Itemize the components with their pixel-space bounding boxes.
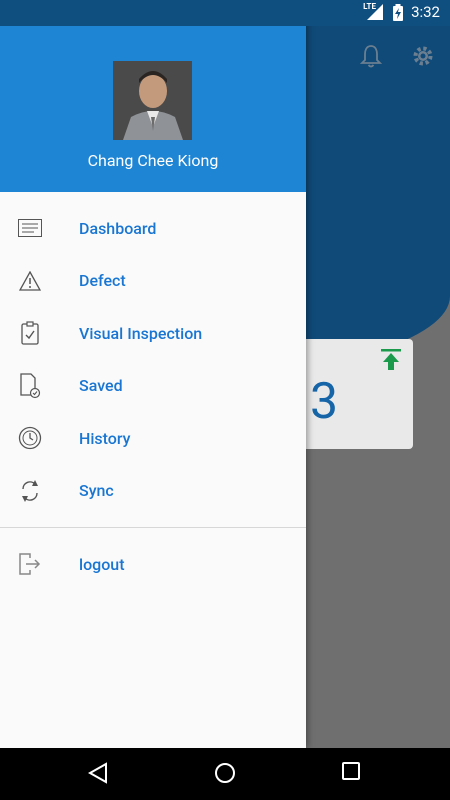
user-name: Chang Chee Kiong	[87, 151, 219, 170]
lte-signal-icon: LTE	[363, 3, 385, 21]
menu-item-label: Sync	[79, 481, 114, 501]
status-bar: LTE 3:32	[0, 0, 450, 26]
recents-icon[interactable]	[342, 762, 360, 780]
menu-item-defect[interactable]: Defect	[0, 255, 306, 308]
dashboard-icon	[17, 215, 43, 241]
bell-icon[interactable]	[360, 44, 382, 68]
home-icon[interactable]	[214, 762, 236, 784]
clipboard-check-icon	[17, 320, 43, 346]
history-icon	[17, 425, 43, 451]
menu-item-history[interactable]: History	[0, 412, 306, 465]
avatar	[113, 61, 192, 140]
drawer-header: Chang Chee Kiong	[0, 0, 306, 192]
menu-item-label: Defect	[79, 271, 126, 291]
menu-item-dashboard[interactable]: Dashboard	[0, 202, 306, 255]
sync-icon	[17, 478, 43, 504]
menu-item-saved[interactable]: Saved	[0, 360, 306, 413]
menu-item-logout[interactable]: logout	[0, 538, 306, 591]
menu-item-label: History	[79, 428, 131, 448]
network-type: LTE	[363, 2, 376, 11]
menu-item-label: Visual Inspection	[79, 323, 203, 343]
saved-document-icon	[17, 373, 43, 399]
menu-item-sync[interactable]: Sync	[0, 465, 306, 518]
upload-icon	[381, 349, 401, 370]
drawer-menu: Dashboard Defect Visual Inspection Saved…	[0, 192, 306, 517]
system-navigation-bar	[0, 748, 450, 800]
battery-icon	[393, 3, 404, 21]
menu-item-label: Dashboard	[79, 218, 157, 238]
drawer-footer-menu: logout	[0, 528, 306, 591]
navigation-drawer: Chang Chee Kiong Dashboard Defect Visual…	[0, 0, 306, 748]
summary-card[interactable]: 3	[300, 339, 413, 449]
gear-icon[interactable]	[411, 44, 435, 68]
warning-icon	[17, 268, 43, 294]
menu-item-label: Saved	[79, 376, 123, 396]
menu-item-label: logout	[79, 554, 125, 574]
card-count: 3	[310, 373, 339, 431]
back-icon[interactable]	[88, 762, 108, 784]
clock: 3:32	[411, 3, 440, 21]
logout-icon	[17, 551, 43, 577]
menu-item-visual-inspection[interactable]: Visual Inspection	[0, 307, 306, 360]
